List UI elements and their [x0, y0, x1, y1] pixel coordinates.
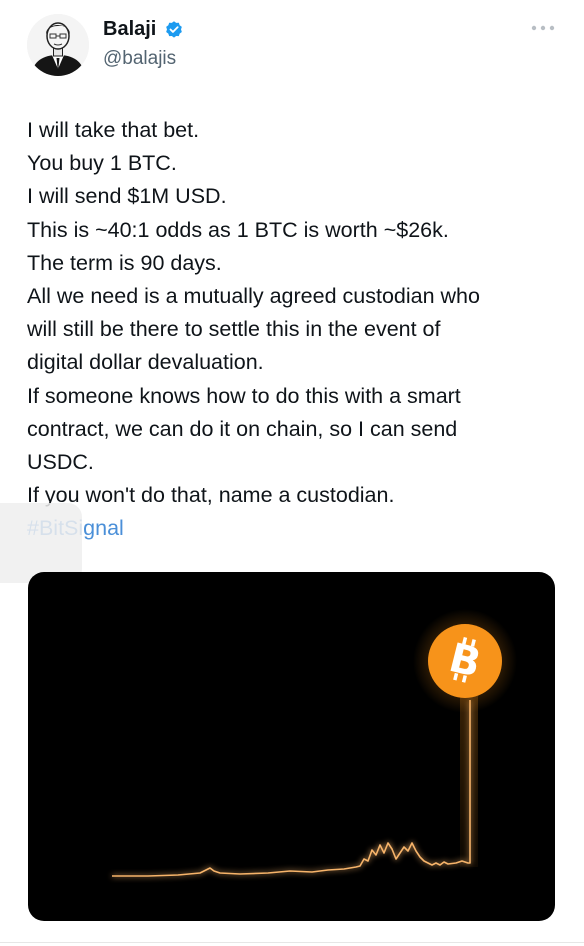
tweet-line: USDC. — [27, 450, 94, 475]
tweet-line: If you won't do that, name a custodian. — [27, 483, 395, 508]
tweet-line: This is ~40:1 odds as 1 BTC is worth ~$2… — [27, 217, 449, 242]
user-handle[interactable]: @balajis — [103, 47, 176, 71]
avatar[interactable] — [27, 14, 89, 76]
overlay-shadow — [0, 503, 82, 583]
more-options-icon[interactable] — [530, 22, 556, 34]
divider — [0, 942, 584, 943]
tweet-text: I will take that bet. You buy 1 BTC. I w… — [27, 114, 557, 546]
tweet-line: The term is 90 days. — [27, 250, 222, 275]
price-line — [112, 700, 471, 877]
tweet-line: I will send $1M USD. — [27, 184, 227, 209]
display-name[interactable]: Balaji — [103, 17, 156, 41]
tweet-line: All we need is a mutually agreed custodi… — [27, 284, 480, 309]
tweet-line: You buy 1 BTC. — [27, 151, 177, 176]
verified-badge-icon — [166, 21, 182, 38]
tweet-line: If someone knows how to do this with a s… — [27, 383, 461, 408]
tweet-media-image[interactable]: B — [28, 572, 555, 921]
tweet-line: will still be there to settle this in th… — [27, 317, 441, 342]
bitcoin-icon: B — [428, 624, 502, 698]
hashtag-link[interactable]: #BitSignal — [27, 512, 557, 545]
tweet-line: contract, we can do it on chain, so I ca… — [27, 416, 458, 441]
tweet-line: I will take that bet. — [27, 118, 200, 142]
tweet-line: digital dollar devaluation. — [27, 350, 264, 375]
